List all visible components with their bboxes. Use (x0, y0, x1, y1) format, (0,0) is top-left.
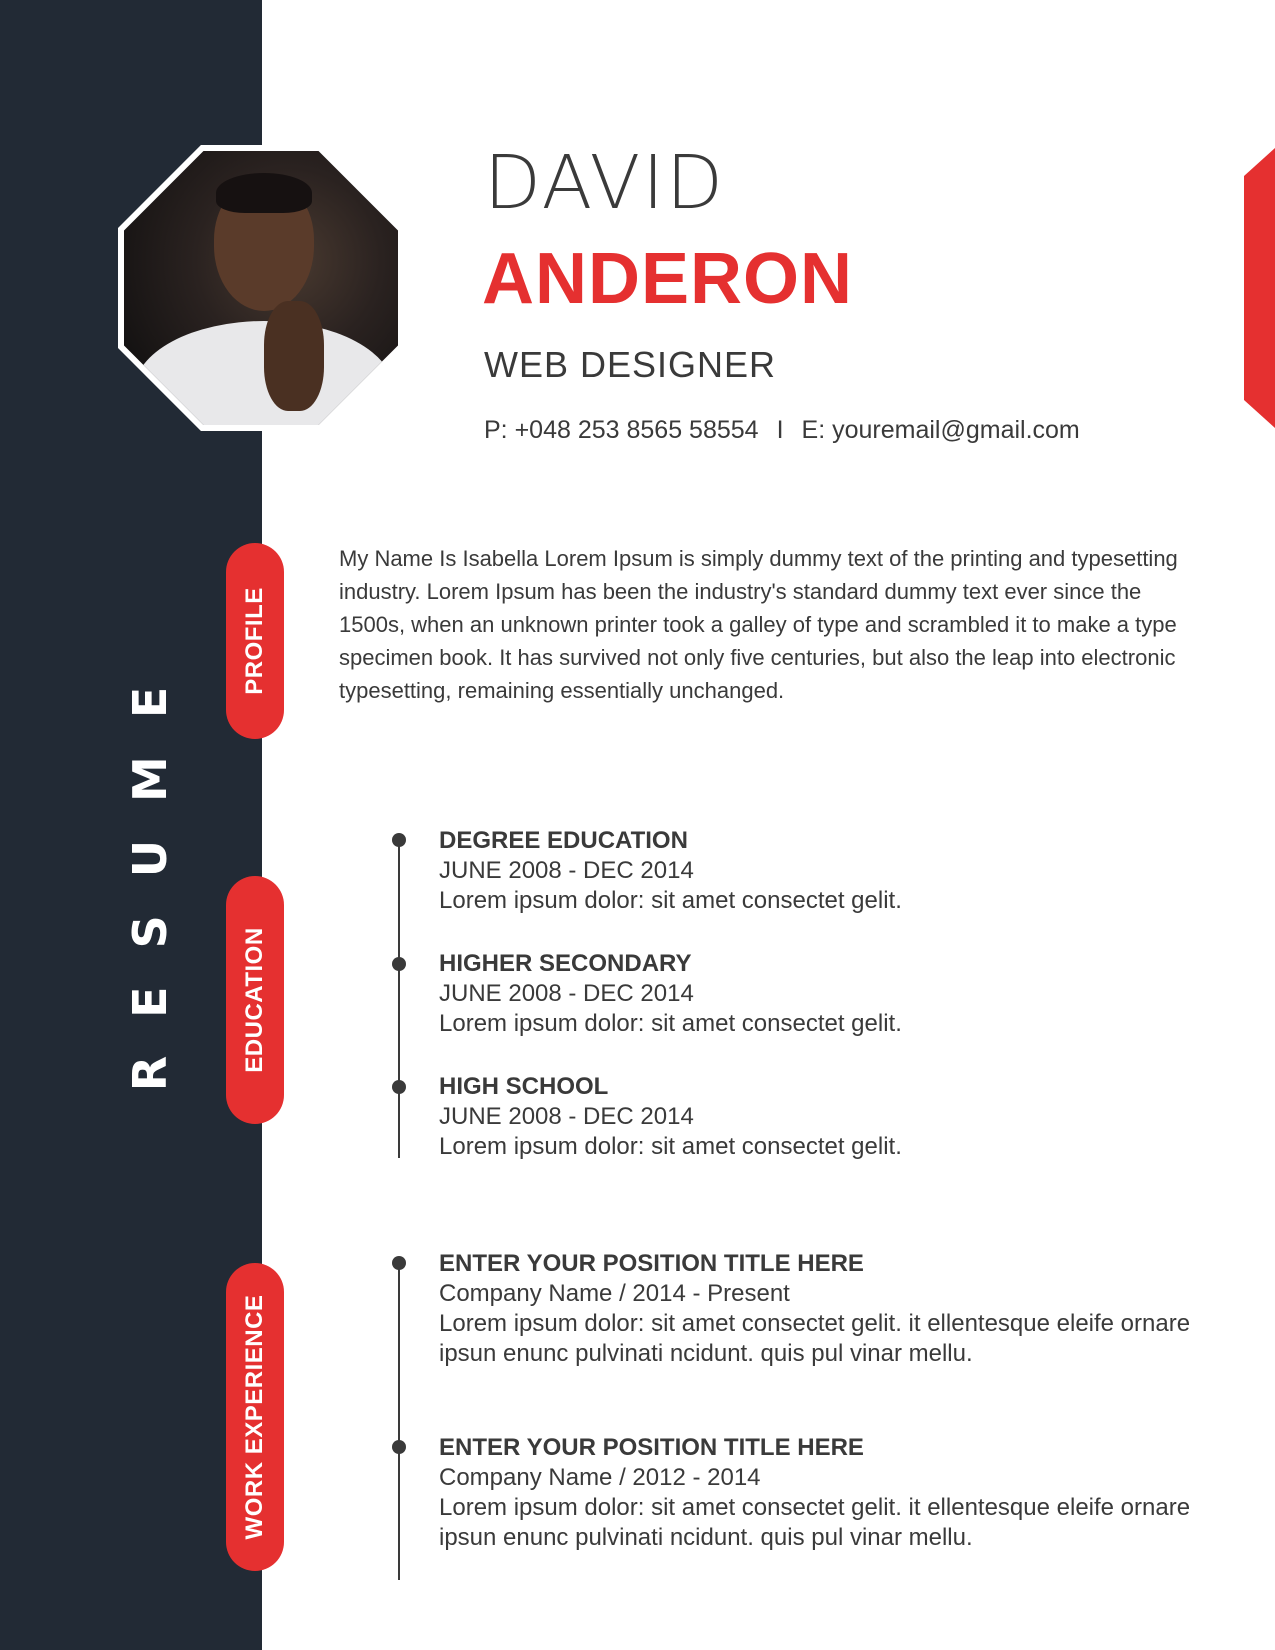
work-timeline (398, 1262, 400, 1580)
profile-text: My Name Is Isabella Lorem Ipsum is simpl… (339, 546, 1178, 703)
profile-label-text: PROFILE (241, 587, 268, 695)
entry-description: Lorem ipsum dolor: sit amet consectet ge… (439, 1310, 1191, 1367)
work-entry: ENTER YOUR POSITION TITLE HERE Company N… (439, 1249, 1219, 1369)
entry-title: ENTER YOUR POSITION TITLE HERE (439, 1434, 864, 1461)
education-section-label: EDUCATION (226, 876, 284, 1124)
entry-description: Lorem ipsum dolor: sit amet consectet ge… (439, 1494, 1191, 1551)
entry-title: DEGREE EDUCATION (439, 827, 688, 854)
timeline-dot (392, 957, 406, 971)
last-name: ANDERON (482, 239, 854, 319)
profile-photo-frame (118, 145, 404, 431)
entry-dates: JUNE 2008 - DEC 2014 (439, 980, 694, 1007)
timeline-dot (392, 833, 406, 847)
accent-tab (1244, 148, 1275, 428)
entry-company: Company Name / 2012 - 2014 (439, 1464, 761, 1491)
education-label-text: EDUCATION (241, 927, 268, 1073)
entry-description: Lorem ipsum dolor: sit amet consectet ge… (439, 1010, 902, 1037)
education-timeline (398, 840, 400, 1158)
work-label-text: WORK EXPERIENCE (241, 1294, 268, 1540)
contact-separator: I (776, 416, 784, 444)
entry-title: HIGH SCHOOL (439, 1073, 609, 1100)
entry-dates: JUNE 2008 - DEC 2014 (439, 1103, 694, 1130)
entry-description: Lorem ipsum dolor: sit amet consectet ge… (439, 887, 902, 914)
contact-line: P: +048 253 8565 58554 I E: youremail@gmai… (484, 416, 1080, 445)
profile-section-label: PROFILE (226, 543, 284, 739)
timeline-dot (392, 1256, 406, 1270)
phone: P: +048 253 8565 58554 (484, 416, 759, 444)
timeline-dot (392, 1080, 406, 1094)
entry-description: Lorem ipsum dolor: sit amet consectet ge… (439, 1133, 902, 1160)
profile-photo (124, 151, 398, 425)
work-entry: ENTER YOUR POSITION TITLE HERE Company N… (439, 1433, 1219, 1553)
education-entry: DEGREE EDUCATION JUNE 2008 - DEC 2014 Lo… (439, 826, 1219, 916)
entry-company: Company Name / 2014 - Present (439, 1280, 790, 1307)
entry-title: HIGHER SECONDARY (439, 950, 692, 977)
timeline-dot (392, 1440, 406, 1454)
email: E: youremail@gmail.com (801, 416, 1080, 444)
job-title: WEB DESIGNER (484, 344, 777, 385)
resume-vertical-title: RESUME (123, 648, 177, 1092)
first-name: DAVID (484, 140, 725, 226)
education-entry: HIGHER SECONDARY JUNE 2008 - DEC 2014 Lo… (439, 949, 1219, 1039)
entry-title: ENTER YOUR POSITION TITLE HERE (439, 1250, 864, 1277)
education-entry: HIGH SCHOOL JUNE 2008 - DEC 2014 Lorem i… (439, 1072, 1219, 1162)
work-section-label: WORK EXPERIENCE (226, 1263, 284, 1571)
entry-dates: JUNE 2008 - DEC 2014 (439, 857, 694, 884)
